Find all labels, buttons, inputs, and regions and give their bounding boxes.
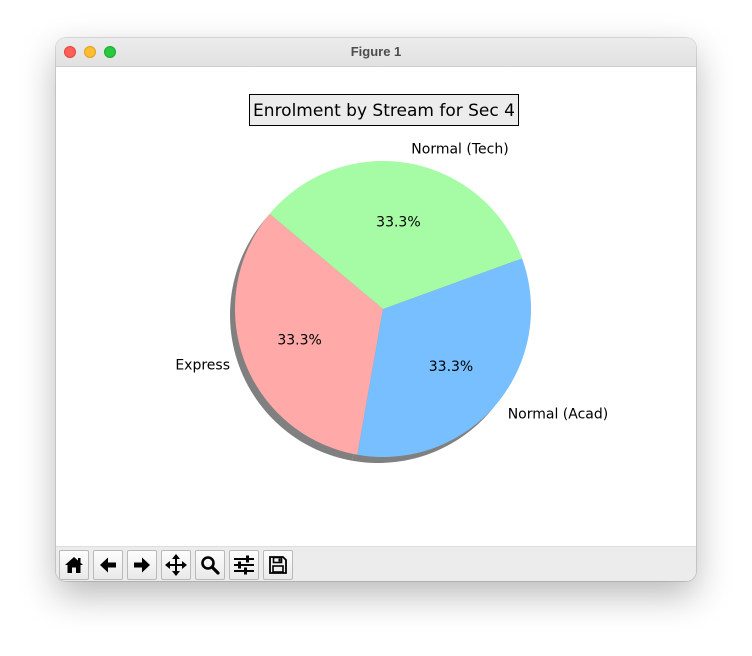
forward-button[interactable] [127,550,157,580]
pie-chart: Express 33.3% Normal (Acad) 33.3% Normal (Te… [175,94,609,463]
figure-canvas[interactable]: Express 33.3% Normal (Acad) 33.3% Normal (Te… [56,67,696,546]
back-arrow-icon [98,555,118,575]
slice-label-express: Express [175,358,230,374]
slice-label-normal-tech: Normal (Tech) [411,142,508,158]
pan-button[interactable] [161,550,191,580]
title-bar[interactable]: Figure 1 [56,38,696,67]
save-button[interactable] [263,550,293,580]
zoom-button[interactable] [195,550,225,580]
slice-percent-normal-tech: 33.3% [376,215,420,231]
home-button[interactable] [59,550,89,580]
chart-title: Enrolment by Stream for Sec 4 [253,101,515,121]
slice-percent-normal-acad: 33.3% [429,359,473,375]
slice-label-normal-acad: Normal (Acad) [508,407,609,423]
home-icon [64,555,84,575]
window-title: Figure 1 [350,44,402,59]
forward-arrow-icon [132,555,152,575]
slice-percent-express: 33.3% [277,332,321,348]
configure-subplots-button[interactable] [229,550,259,580]
navigation-toolbar [56,546,696,581]
pan-move-icon [165,554,187,576]
configure-subplots-icon [233,555,255,575]
figure-window: Figure 1 Express 33.3% Normal (Acad) 33.3% N… [56,38,696,581]
back-button[interactable] [93,550,123,580]
zoom-magnifier-icon [200,555,220,575]
chart-title-box: Enrolment by Stream for Sec 4 [249,94,519,126]
save-floppy-icon [268,555,288,575]
